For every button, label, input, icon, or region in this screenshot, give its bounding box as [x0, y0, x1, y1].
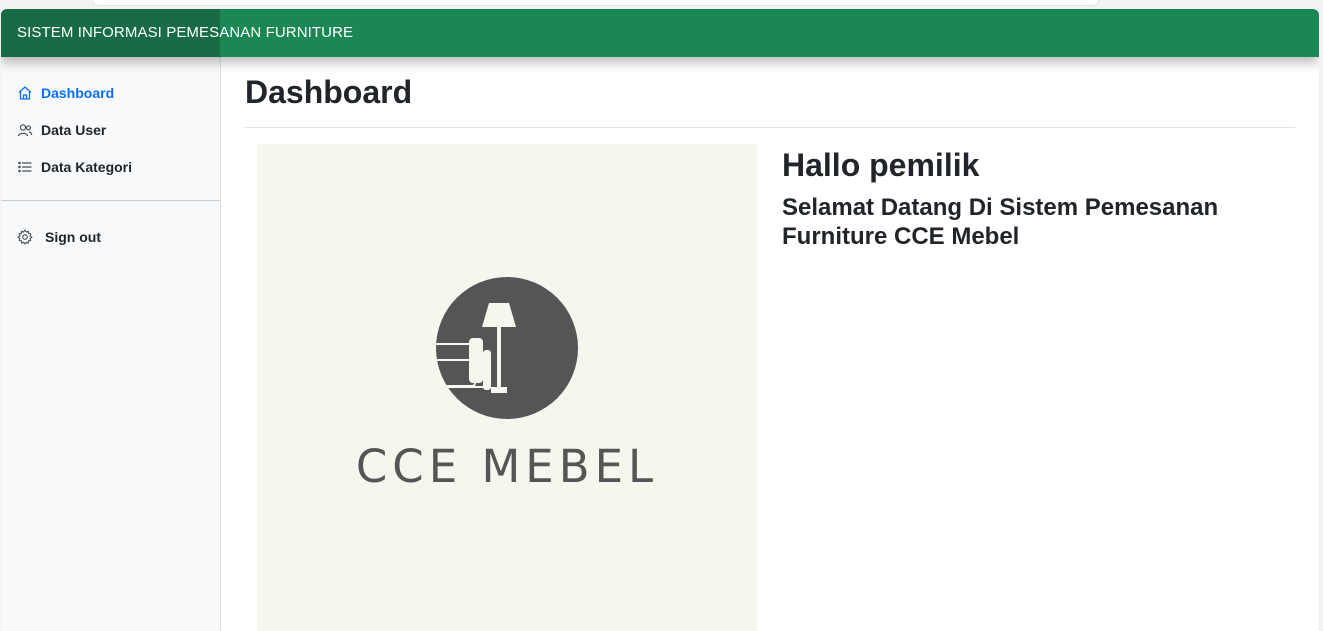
house-icon: [17, 85, 33, 101]
browser-top-strip: [92, 0, 1099, 6]
sidebar-item-data-kategori[interactable]: Data Kategori: [17, 155, 132, 179]
main-content: Dashboard CCE MEBEL Hallo pemilik Selama…: [221, 57, 1319, 631]
brand-title[interactable]: SISTEM INFORMASI PEMESANAN FURNITURE: [17, 24, 353, 41]
app-window: SISTEM INFORMASI PEMESANAN FURNITURE Das…: [1, 9, 1319, 631]
people-icon: [17, 122, 33, 138]
list-icon: [17, 159, 33, 175]
sidebar-item-label: Data User: [41, 122, 107, 138]
welcome-message: Selamat Datang Di Sistem Pemesanan Furni…: [782, 194, 1219, 250]
logo-wordmark: CCE MEBEL: [355, 440, 659, 493]
greeting-heading: Hallo pemilik: [782, 147, 980, 183]
cce-mebel-logo-image: CCE MEBEL: [257, 144, 757, 631]
sidebar-item-sign-out[interactable]: Sign out: [17, 225, 101, 249]
furniture-logo-icon: [421, 277, 578, 419]
sidebar-item-dashboard[interactable]: Dashboard: [17, 81, 114, 105]
sidebar-item-label: Data Kategori: [41, 159, 133, 175]
sidebar: Dashboard Data User Data Kategori Sign o…: [1, 57, 221, 631]
sidebar-item-label: Dashboard: [41, 85, 115, 101]
page-title: Dashboard: [245, 74, 413, 110]
top-navbar: SISTEM INFORMASI PEMESANAN FURNITURE: [1, 9, 1319, 57]
sidebar-item-label: Sign out: [45, 229, 101, 245]
gear-icon: [17, 229, 33, 245]
navbar-brand[interactable]: SISTEM INFORMASI PEMESANAN FURNITURE: [1, 9, 353, 57]
sidebar-item-data-user[interactable]: Data User: [17, 118, 106, 142]
title-divider: [245, 127, 1295, 128]
sidebar-divider: [1, 200, 220, 201]
